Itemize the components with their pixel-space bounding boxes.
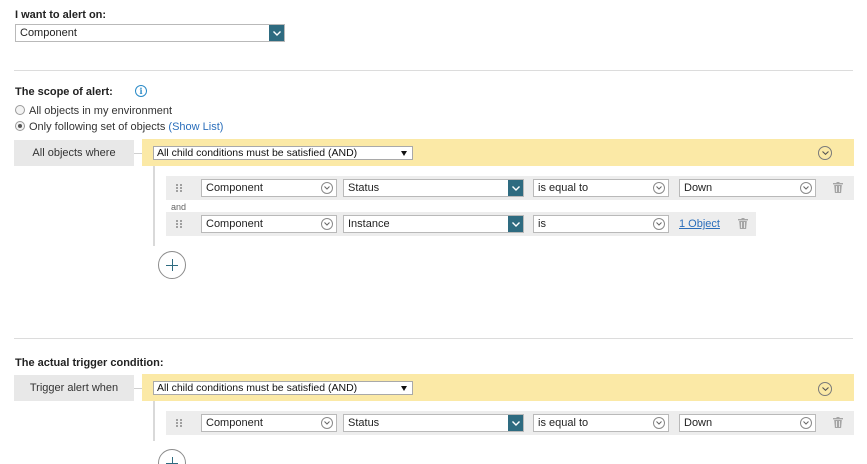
grip-icon[interactable] bbox=[176, 419, 182, 428]
chevron-down-icon[interactable] bbox=[321, 417, 333, 429]
connector-line bbox=[134, 153, 142, 154]
condition-value-value: Down bbox=[684, 417, 713, 429]
condition-operator-select[interactable]: is equal to bbox=[533, 179, 669, 197]
condition-entity-value: Component bbox=[206, 218, 263, 230]
trigger-tree-line bbox=[153, 401, 155, 441]
condition-field-value: Status bbox=[348, 182, 380, 194]
trash-icon[interactable] bbox=[833, 182, 843, 193]
info-icon[interactable]: i bbox=[135, 85, 147, 97]
radio-all-objects[interactable] bbox=[15, 105, 25, 115]
chevron-down-icon[interactable] bbox=[653, 218, 665, 230]
grip-icon[interactable] bbox=[176, 220, 182, 229]
trigger-group-mode-select[interactable]: All child conditions must be satisfied (… bbox=[153, 381, 413, 395]
scope-condition-row: Component Instance is 1 Object bbox=[166, 212, 756, 236]
condition-operator-value: is bbox=[538, 218, 546, 230]
condition-entity-value: Component bbox=[206, 417, 263, 429]
condition-field-value: Instance bbox=[348, 218, 390, 230]
radio-following-objects-label: Only following set of objects (Show List… bbox=[29, 121, 223, 133]
condition-joiner: and bbox=[171, 202, 187, 212]
scope-where-label: All objects where bbox=[14, 140, 134, 166]
condition-field-value: Status bbox=[348, 417, 380, 429]
condition-value-value: Down bbox=[684, 182, 713, 194]
condition-operator-select[interactable]: is bbox=[533, 215, 669, 233]
condition-entity-select[interactable]: Component bbox=[201, 215, 337, 233]
chevron-down-icon[interactable] bbox=[508, 180, 523, 196]
chevron-down-icon[interactable] bbox=[269, 25, 284, 41]
condition-operator-select[interactable]: is equal to bbox=[533, 414, 669, 432]
chevron-down-icon[interactable] bbox=[508, 415, 523, 431]
alert-on-label: I want to alert on: bbox=[15, 9, 107, 21]
section-divider bbox=[14, 70, 853, 71]
condition-field-select[interactable]: Status bbox=[343, 414, 524, 432]
condition-operator-value: is equal to bbox=[538, 182, 589, 194]
triangle-down-icon bbox=[401, 151, 407, 156]
chevron-down-icon[interactable] bbox=[653, 417, 665, 429]
trash-icon[interactable] bbox=[738, 218, 748, 229]
alert-on-value: Component bbox=[20, 27, 77, 39]
condition-value-select[interactable]: Down bbox=[679, 179, 816, 197]
trigger-condition-row: Component Status is equal to Down bbox=[166, 411, 854, 435]
section-divider bbox=[14, 338, 853, 339]
grip-icon[interactable] bbox=[176, 184, 182, 193]
condition-operator-value: is equal to bbox=[538, 417, 589, 429]
chevron-down-icon[interactable] bbox=[818, 382, 832, 396]
condition-entity-value: Component bbox=[206, 182, 263, 194]
condition-entity-select[interactable]: Component bbox=[201, 179, 337, 197]
object-count-link[interactable]: 1 Object bbox=[679, 218, 720, 230]
triangle-down-icon bbox=[401, 386, 407, 391]
radio-following-objects[interactable] bbox=[15, 121, 25, 131]
condition-field-select[interactable]: Instance bbox=[343, 215, 524, 233]
add-condition-plus-icon[interactable] bbox=[158, 251, 186, 279]
scope-condition-row: Component Status is equal to Down bbox=[166, 176, 854, 200]
condition-value-select[interactable]: Down bbox=[679, 414, 816, 432]
condition-field-select[interactable]: Status bbox=[343, 179, 524, 197]
scope-group-mode-select[interactable]: All child conditions must be satisfied (… bbox=[153, 146, 413, 160]
chevron-down-icon[interactable] bbox=[800, 417, 812, 429]
chevron-down-icon[interactable] bbox=[653, 182, 665, 194]
chevron-down-icon[interactable] bbox=[818, 146, 832, 160]
condition-entity-select[interactable]: Component bbox=[201, 414, 337, 432]
trash-icon[interactable] bbox=[833, 417, 843, 428]
trigger-group-bar: All child conditions must be satisfied (… bbox=[142, 374, 854, 401]
radio-all-objects-label: All objects in my environment bbox=[29, 105, 173, 117]
chevron-down-icon[interactable] bbox=[321, 218, 333, 230]
show-list-link[interactable]: (Show List) bbox=[168, 121, 223, 133]
add-trigger-condition-plus-icon[interactable] bbox=[158, 449, 186, 464]
chevron-down-icon[interactable] bbox=[321, 182, 333, 194]
scope-tree-line bbox=[153, 166, 155, 246]
scope-group-mode-value: All child conditions must be satisfied (… bbox=[157, 147, 358, 159]
trigger-when-label: Trigger alert when bbox=[14, 375, 134, 401]
connector-line bbox=[134, 388, 142, 389]
alert-on-select[interactable]: Component bbox=[15, 24, 285, 42]
chevron-down-icon[interactable] bbox=[508, 216, 523, 232]
trigger-group-mode-value: All child conditions must be satisfied (… bbox=[157, 382, 358, 394]
scope-label: The scope of alert: bbox=[15, 86, 113, 98]
scope-group-bar: All child conditions must be satisfied (… bbox=[142, 139, 854, 166]
trigger-label: The actual trigger condition: bbox=[15, 357, 164, 369]
chevron-down-icon[interactable] bbox=[800, 182, 812, 194]
radio-following-label-text: Only following set of objects bbox=[29, 121, 166, 133]
